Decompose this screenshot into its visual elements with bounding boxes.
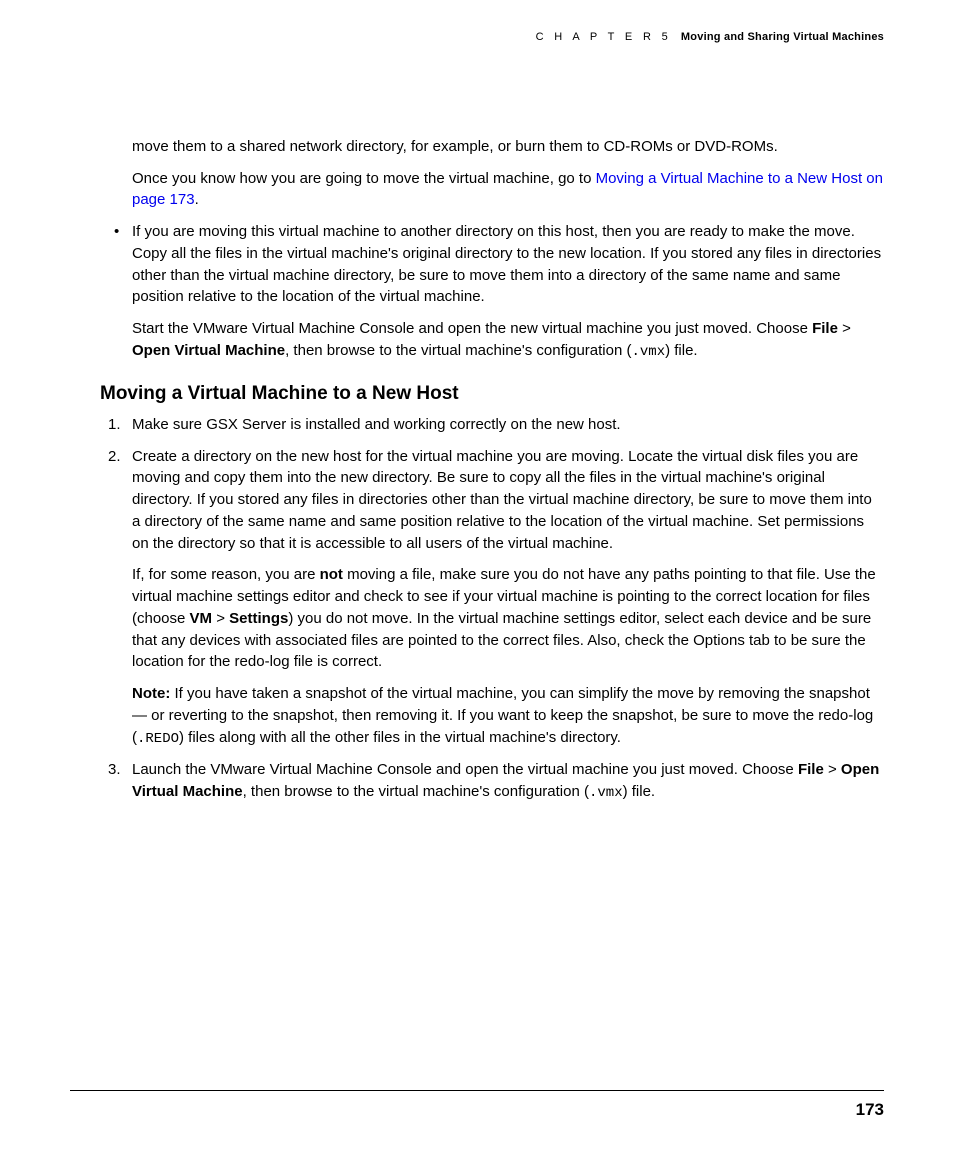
text: Start the VMware Virtual Machine Console…	[132, 320, 812, 337]
text: >	[838, 320, 851, 337]
text: >	[212, 610, 229, 627]
step-1: Make sure GSX Server is installed and wo…	[100, 414, 884, 436]
menu-path-vm: VM	[190, 610, 213, 627]
text: ) file.	[623, 783, 656, 800]
step-1-text: Make sure GSX Server is installed and wo…	[132, 414, 884, 436]
text: ) file.	[665, 342, 698, 359]
bullet-item: If you are moving this virtual machine t…	[100, 221, 884, 362]
bullet-list: If you are moving this virtual machine t…	[100, 221, 884, 362]
page-number: 173	[856, 1098, 884, 1123]
page: C H A P T E R 5 Moving and Sharing Virtu…	[0, 0, 954, 803]
menu-path-file: File	[798, 761, 824, 778]
text: Once you know how you are going to move …	[132, 170, 596, 187]
text: .	[195, 191, 199, 208]
text: >	[824, 761, 841, 778]
filename-vmx: .vmx	[589, 785, 623, 801]
menu-path-file: File	[812, 320, 838, 337]
ordered-steps: Make sure GSX Server is installed and wo…	[100, 414, 884, 803]
bullet-paragraph-1: If you are moving this virtual machine t…	[132, 221, 884, 308]
filename-vmx: .vmx	[631, 344, 665, 360]
chapter-label: C H A P T E R 5	[536, 31, 672, 43]
continuation-paragraph-2: Once you know how you are going to move …	[132, 168, 884, 212]
bullet-paragraph-2: Start the VMware Virtual Machine Console…	[132, 318, 884, 362]
note-label: Note:	[132, 685, 170, 702]
chapter-title: Moving and Sharing Virtual Machines	[681, 31, 884, 43]
step-2: Create a directory on the new host for t…	[100, 446, 884, 749]
text: , then browse to the virtual machine's c…	[285, 342, 631, 359]
step-2-para-1: Create a directory on the new host for t…	[132, 446, 884, 555]
body-content: move them to a shared network directory,…	[100, 136, 884, 803]
step-3: Launch the VMware Virtual Machine Consol…	[100, 759, 884, 803]
step-2-para-2: If, for some reason, you are not moving …	[132, 564, 884, 673]
text: If, for some reason, you are	[132, 566, 320, 583]
menu-path-settings: Settings	[229, 610, 288, 627]
text: Launch the VMware Virtual Machine Consol…	[132, 761, 798, 778]
step-2-para-3-note: Note: If you have taken a snapshot of th…	[132, 683, 884, 749]
step-3-text: Launch the VMware Virtual Machine Consol…	[132, 759, 884, 803]
emphasis-not: not	[320, 566, 343, 583]
text: ) files along with all the other files i…	[179, 729, 621, 746]
menu-path-open-vm: Open Virtual Machine	[132, 342, 285, 359]
footer-rule	[70, 1090, 884, 1091]
continuation-paragraph-1: move them to a shared network directory,…	[132, 136, 884, 158]
text: , then browse to the virtual machine's c…	[243, 783, 589, 800]
filename-redo: .REDO	[137, 731, 179, 747]
section-heading: Moving a Virtual Machine to a New Host	[100, 380, 884, 408]
running-header: C H A P T E R 5 Moving and Sharing Virtu…	[100, 30, 884, 46]
